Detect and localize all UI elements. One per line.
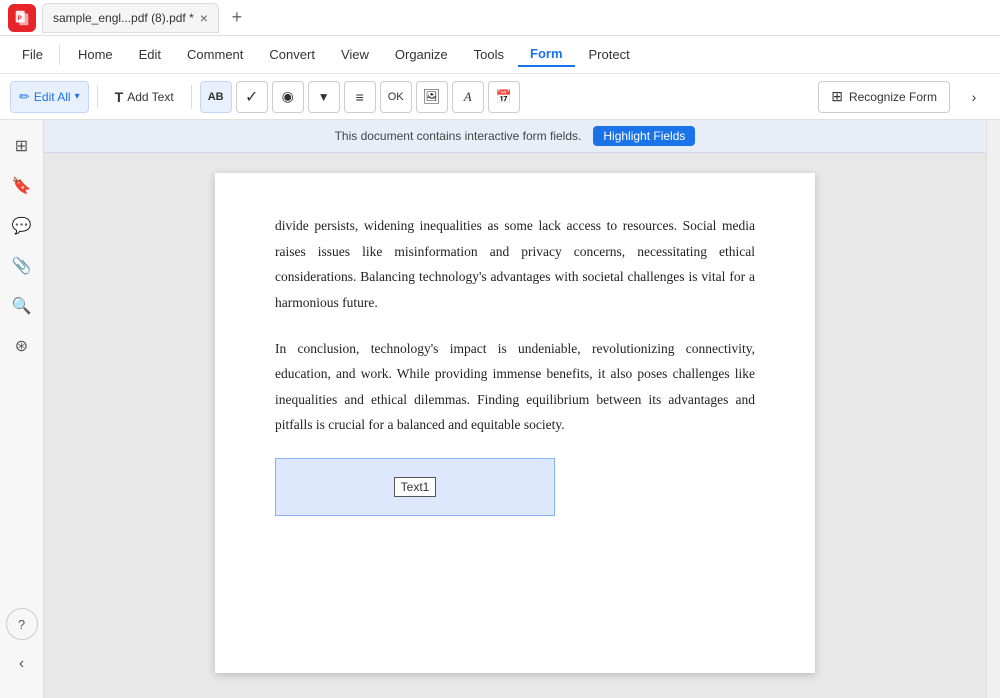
title-bar: P sample_engl...pdf (8).pdf * × + [0, 0, 1000, 36]
sidebar-collapse-icon[interactable]: ‹ [6, 648, 38, 680]
image-field-button[interactable]: 🖼 [416, 81, 448, 113]
tab-label: sample_engl...pdf (8).pdf * [53, 11, 194, 25]
paragraph-2: In conclusion, technology's impact is un… [275, 336, 755, 439]
edit-icon: ✏ [19, 89, 30, 105]
svg-text:P: P [18, 14, 22, 21]
highlight-fields-button[interactable]: Highlight Fields [593, 126, 695, 146]
pdf-page: divide persists, widening inequalities a… [215, 173, 815, 673]
menu-edit[interactable]: Edit [127, 43, 173, 66]
toolbar: ✏ Edit All ▾ T Add Text AB ✓ ◉ ▼ ≡ OK 🖼 … [0, 74, 1000, 120]
text-form-field[interactable]: Text1 [275, 458, 555, 516]
recognize-form-button[interactable]: ⊞ Recognize Form [818, 81, 950, 113]
button-field-button[interactable]: OK [380, 81, 412, 113]
text-field-label: Text1 [394, 477, 437, 497]
right-scrollbar[interactable] [986, 120, 1000, 698]
more-button[interactable]: › [958, 81, 990, 113]
document-area: This document contains interactive form … [44, 120, 986, 698]
left-sidebar: ⊞ 🔖 💬 📎 🔍 ⊛ ? ‹ [0, 120, 44, 698]
ab-field-button[interactable]: AB [200, 81, 232, 113]
paragraph-1: divide persists, widening inequalities a… [275, 213, 755, 316]
toolbar-separator-2 [191, 85, 192, 109]
text-tool-icon: T [115, 89, 124, 105]
dropdown-arrow-icon: ▾ [75, 91, 80, 102]
menu-convert[interactable]: Convert [257, 43, 327, 66]
document-tab[interactable]: sample_engl...pdf (8).pdf * × [42, 3, 219, 33]
toolbar-separator-1 [97, 85, 98, 109]
menu-comment[interactable]: Comment [175, 43, 255, 66]
add-text-label: Add Text [127, 90, 173, 104]
menu-tools[interactable]: Tools [462, 43, 516, 66]
notification-text: This document contains interactive form … [335, 129, 582, 143]
date-field-button[interactable]: 📅 [488, 81, 520, 113]
recognize-icon: ⊞ [831, 88, 843, 105]
menu-organize[interactable]: Organize [383, 43, 460, 66]
main-area: ⊞ 🔖 💬 📎 🔍 ⊛ ? ‹ This document contains i… [0, 120, 1000, 698]
menu-form[interactable]: Form [518, 42, 575, 67]
menu-protect[interactable]: Protect [577, 43, 642, 66]
menu-sep [59, 45, 60, 65]
radio-button[interactable]: ◉ [272, 81, 304, 113]
sidebar-help-icon[interactable]: ? [6, 608, 38, 640]
new-tab-button[interactable]: + [225, 6, 249, 30]
sidebar-pages-icon[interactable]: ⊞ [6, 130, 38, 162]
notification-bar: This document contains interactive form … [44, 120, 986, 153]
checkbox-button[interactable]: ✓ [236, 81, 268, 113]
app-logo: P [8, 4, 36, 32]
signature-field-button[interactable]: A [452, 81, 484, 113]
recognize-form-label: Recognize Form [849, 90, 937, 104]
sidebar-bookmarks-icon[interactable]: 🔖 [6, 170, 38, 202]
menu-view[interactable]: View [329, 43, 381, 66]
sidebar-search-icon[interactable]: 🔍 [6, 290, 38, 322]
sidebar-layers-icon[interactable]: ⊛ [6, 330, 38, 362]
add-text-button[interactable]: T Add Text [106, 81, 183, 113]
file-menu[interactable]: File [12, 43, 53, 66]
tab-close-button[interactable]: × [200, 10, 208, 26]
sidebar-comments-icon[interactable]: 💬 [6, 210, 38, 242]
dropdown-button[interactable]: ▼ [308, 81, 340, 113]
sidebar-bottom: ? ‹ [6, 608, 38, 688]
pdf-content: divide persists, widening inequalities a… [275, 213, 755, 438]
edit-all-button[interactable]: ✏ Edit All ▾ [10, 81, 89, 113]
listbox-button[interactable]: ≡ [344, 81, 376, 113]
menu-bar: File Home Edit Comment Convert View Orga… [0, 36, 1000, 74]
edit-all-label: Edit All [34, 90, 71, 104]
sidebar-attachments-icon[interactable]: 📎 [6, 250, 38, 282]
menu-home[interactable]: Home [66, 43, 125, 66]
